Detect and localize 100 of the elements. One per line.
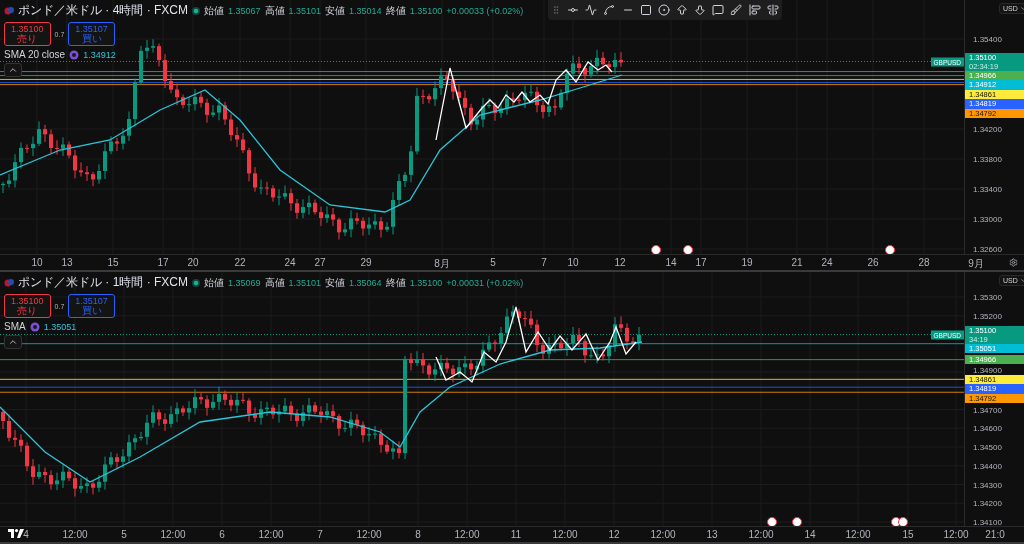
symbol-title[interactable]: ポンド／米ドル · 4時間 · FXCM bbox=[18, 2, 188, 19]
time-tick: 24 bbox=[284, 257, 296, 268]
collapse-button[interactable] bbox=[4, 335, 22, 349]
align-left-icon[interactable] bbox=[748, 4, 761, 16]
ohlc-value: 1.35064 bbox=[349, 277, 382, 288]
time-tick: 5 bbox=[121, 529, 127, 540]
time-tick: 11 bbox=[510, 529, 522, 540]
time-tick: 12:00 bbox=[160, 529, 186, 540]
time-tick: 24 bbox=[821, 257, 833, 268]
chevron-up-icon bbox=[8, 337, 18, 347]
price-tick: 1.34400 bbox=[973, 461, 1002, 471]
time-tick: 14 bbox=[665, 257, 677, 268]
sell-button[interactable]: 1.35100 売り bbox=[4, 294, 51, 318]
currency-flags-icon bbox=[4, 5, 14, 16]
time-tick: 10 bbox=[31, 257, 43, 268]
time-tick: 12 bbox=[614, 257, 626, 268]
indicator-settings-icon[interactable] bbox=[69, 49, 80, 60]
time-tick: 12:00 bbox=[748, 529, 774, 540]
time-tick: 12:00 bbox=[650, 529, 676, 540]
time-tick: 22 bbox=[234, 257, 246, 268]
time-tick: 13 bbox=[61, 257, 73, 268]
buy-button[interactable]: 1.35107 買い bbox=[68, 294, 115, 318]
indicator-value: 1.34912 bbox=[83, 49, 116, 60]
time-tick: 12 bbox=[608, 529, 620, 540]
time-tick: 28 bbox=[918, 257, 930, 268]
arrow-up-icon[interactable] bbox=[676, 4, 689, 16]
price-change: +0.00031 (+0.02%) bbox=[446, 277, 524, 288]
ohlc-label: 安値 bbox=[325, 3, 346, 18]
price-tick: 1.34200 bbox=[973, 498, 1002, 508]
brush-icon[interactable] bbox=[730, 4, 743, 16]
time-tick: 7 bbox=[541, 257, 547, 268]
time-tick: 4 bbox=[23, 529, 29, 540]
time-tick: 12:00 bbox=[552, 529, 578, 540]
price-tick: 1.33800 bbox=[973, 154, 1002, 164]
time-tick: 12:00 bbox=[356, 529, 382, 540]
time-tick: 7 bbox=[317, 529, 323, 540]
ohlc-value: 1.35069 bbox=[228, 277, 261, 288]
ohlc-label: 終値 bbox=[385, 275, 406, 290]
collapse-button[interactable] bbox=[4, 63, 22, 77]
price-tick: 1.35400 bbox=[973, 34, 1002, 44]
trend-line-icon[interactable] bbox=[603, 4, 616, 16]
time-tick: 21:0 bbox=[985, 529, 1005, 540]
time-tick: 10 bbox=[567, 257, 579, 268]
arrow-down-icon[interactable] bbox=[694, 4, 707, 16]
ohlc-label: 終値 bbox=[385, 3, 406, 18]
indicator-value: 1.35051 bbox=[43, 321, 77, 332]
price-tick: 1.33400 bbox=[973, 184, 1002, 194]
indicator-name[interactable]: SMA 20 close bbox=[4, 49, 66, 60]
price-tick: 1.34500 bbox=[973, 442, 1002, 452]
ohlc-label: 高値 bbox=[264, 3, 285, 18]
currency-flags-icon bbox=[4, 277, 14, 288]
time-tick: 14 bbox=[804, 529, 816, 540]
price-tick: 1.32600 bbox=[973, 244, 1002, 254]
price-tick: 1.33000 bbox=[973, 214, 1002, 224]
time-tick: 8 bbox=[415, 529, 421, 540]
time-tick: 5 bbox=[490, 257, 496, 268]
price-tick: 1.34200 bbox=[973, 124, 1002, 134]
ohlc-value: 1.35100 bbox=[409, 5, 443, 16]
ohlc-value: 1.35014 bbox=[349, 5, 382, 16]
ohlc-value: 1.35101 bbox=[288, 277, 322, 288]
time-tick: 21 bbox=[791, 257, 803, 268]
market-status-icon bbox=[192, 278, 200, 287]
price-tick: 1.34300 bbox=[973, 480, 1002, 489]
time-tick: 26 bbox=[867, 257, 879, 268]
time-tick: 12:00 bbox=[258, 529, 284, 540]
time-tick: 12:00 bbox=[454, 529, 480, 540]
ohlc-label: 始値 bbox=[204, 3, 224, 18]
time-tick: 6 bbox=[219, 529, 225, 540]
market-status-icon bbox=[192, 6, 200, 15]
time-tick: 20 bbox=[187, 257, 199, 268]
ohlc-label: 高値 bbox=[264, 275, 285, 290]
time-tick: 17 bbox=[157, 257, 169, 268]
time-tick: 12:00 bbox=[845, 529, 871, 540]
indicator-settings-icon[interactable] bbox=[29, 321, 40, 332]
time-tick: 15 bbox=[107, 257, 119, 268]
price-tick: 1.34600 bbox=[973, 423, 1002, 433]
ohlc-value: 1.35101 bbox=[288, 5, 322, 16]
price-tick: 1.34700 bbox=[973, 405, 1002, 414]
symbol-title[interactable]: ポンド／米ドル · 1時間 · FXCM bbox=[18, 274, 188, 291]
price-tick: 1.35200 bbox=[973, 311, 1002, 321]
brand-logo[interactable] bbox=[8, 529, 24, 538]
sell-button[interactable]: 1.35100 売り bbox=[4, 22, 51, 46]
comment-icon[interactable] bbox=[712, 4, 725, 16]
ohlc-value: 1.35067 bbox=[228, 5, 261, 16]
align-center-icon[interactable] bbox=[766, 4, 779, 16]
price-change: +0.00033 (+0.02%) bbox=[446, 5, 524, 16]
circle-icon[interactable] bbox=[657, 4, 670, 16]
price-tick: 1.35300 bbox=[973, 292, 1002, 302]
settings-icon[interactable] bbox=[1009, 258, 1018, 267]
ohlc-value: 1.35100 bbox=[409, 277, 443, 288]
rectangle-icon[interactable] bbox=[639, 4, 652, 16]
time-tick: 8月 bbox=[434, 257, 450, 271]
time-tick: 15 bbox=[902, 529, 914, 540]
indicator-name[interactable]: SMA bbox=[4, 321, 26, 332]
time-tick: 27 bbox=[314, 257, 326, 268]
time-tick: 12:00 bbox=[62, 529, 88, 540]
buy-button[interactable]: 1.35107 買い bbox=[68, 22, 115, 46]
time-tick: 17 bbox=[695, 257, 707, 268]
path-icon[interactable] bbox=[585, 4, 598, 16]
time-tick: 12:00 bbox=[943, 529, 969, 540]
